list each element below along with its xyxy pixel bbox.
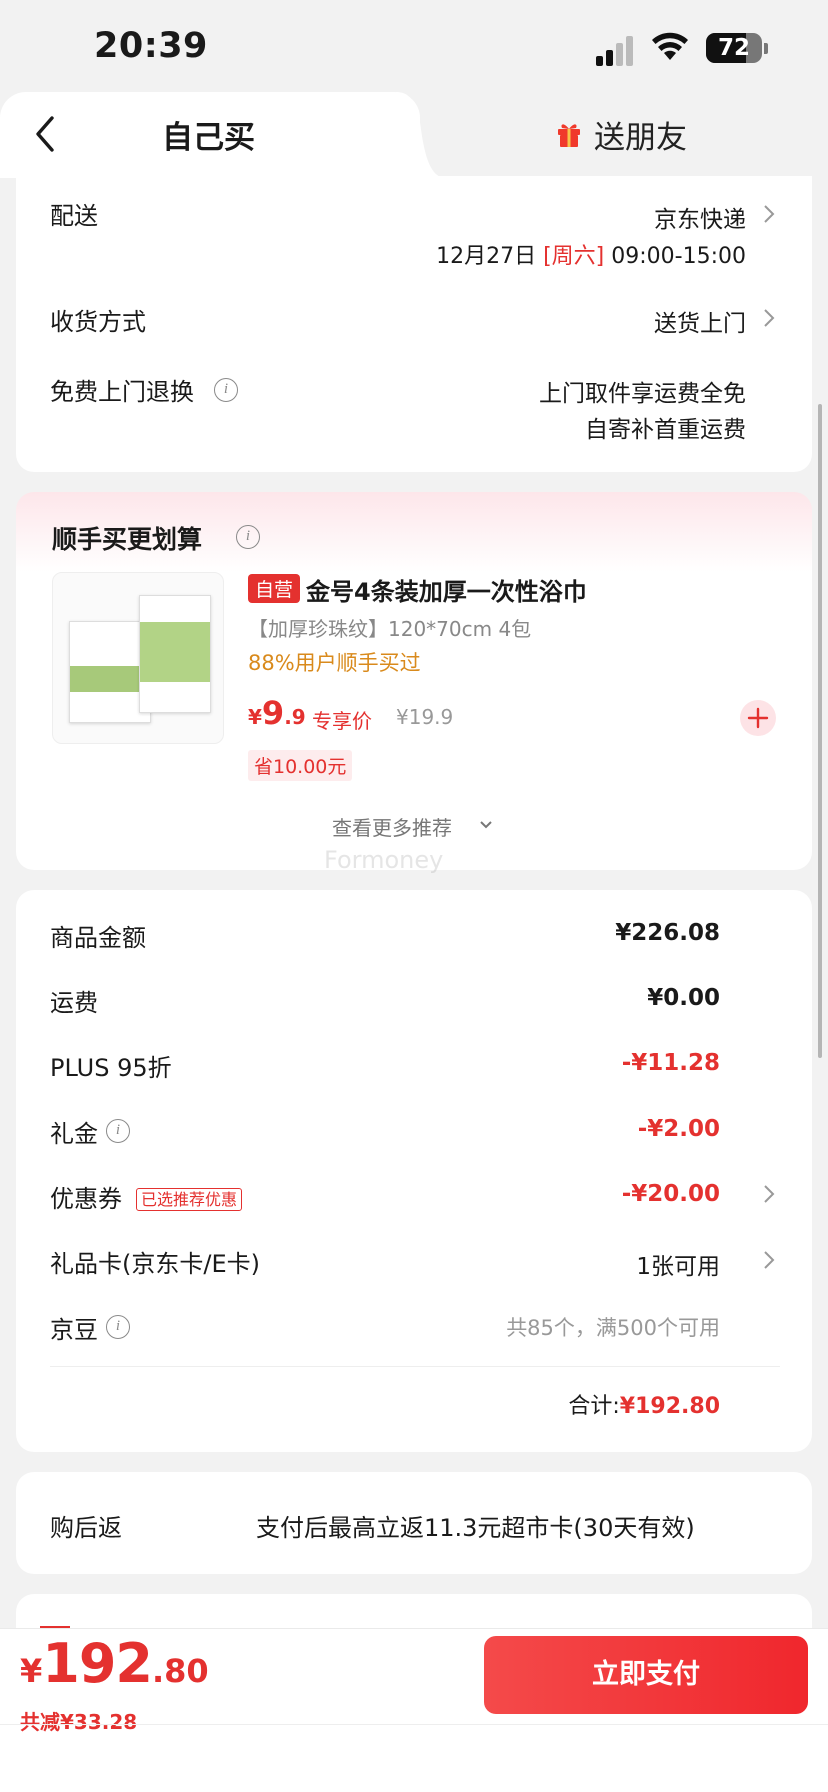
tab-curve — [396, 92, 446, 178]
bottom-divider — [0, 1628, 828, 1629]
jd-bean-label: 京豆 — [50, 1316, 98, 1344]
chevron-right-icon[interactable] — [762, 203, 776, 225]
more-recommend-link[interactable]: 查看更多推荐 — [332, 812, 452, 841]
goods-value: ¥226.08 — [615, 920, 720, 946]
footer-price-int: 192 — [42, 1632, 153, 1695]
chevron-right-icon[interactable] — [762, 307, 776, 329]
product-image[interactable] — [52, 572, 224, 744]
delivery-hours: 09:00-15:00 — [611, 244, 746, 269]
scrollbar[interactable] — [818, 404, 822, 1058]
status-bar: 20:39 72 — [0, 0, 828, 92]
signal-icon — [596, 34, 640, 66]
chevron-right-icon[interactable] — [762, 1183, 776, 1205]
footer-price-symbol: ¥ — [20, 1652, 43, 1690]
courier-value[interactable]: 京东快递 — [654, 200, 746, 234]
battery-level: 72 — [717, 35, 750, 61]
summary-card: 商品金额 ¥226.08 运费 ¥0.00 PLUS 95折 -¥11.28 礼… — [16, 890, 812, 1452]
footer-price-dec: .80 — [152, 1652, 209, 1690]
watermark: Formoney — [324, 846, 444, 874]
gift-card-value[interactable]: 1张可用 — [636, 1247, 720, 1281]
coupon-label: 优惠券 — [50, 1185, 122, 1213]
rebate-label: 购后返 — [50, 1514, 122, 1542]
chevron-right-icon[interactable] — [762, 1249, 776, 1271]
back-icon[interactable] — [32, 112, 62, 156]
delivery-label: 配送 — [50, 202, 98, 230]
rebate-value: 支付后最高立返11.3元超市卡(30天有效) — [256, 1514, 695, 1542]
save-badge: 省10.00元 — [248, 750, 353, 781]
tab-self[interactable]: 自己买 — [162, 112, 255, 157]
free-return-line1: 上门取件享运费全免 — [539, 381, 746, 407]
info-icon[interactable]: i — [106, 1315, 130, 1339]
delivery-weekday: [周六] — [543, 244, 605, 269]
tab-friend[interactable]: 送朋友 — [594, 112, 687, 157]
buyers-text: 88%用户顺手买过 — [248, 651, 421, 675]
gift-money-label: 礼金 — [50, 1120, 98, 1148]
wifi-icon — [652, 32, 688, 60]
plus-value: -¥11.28 — [621, 1050, 720, 1076]
product-spec: 【加厚珍珠纹】120*70cm 4包 — [248, 617, 532, 641]
product-price: ¥9.9 — [248, 694, 306, 732]
battery-icon: 72 — [706, 33, 762, 63]
total-label: 合计: — [568, 1394, 620, 1419]
delivery-card: 配送 京东快递 12月27日 [周六] 09:00-15:00 收货方式 送货上… — [16, 176, 812, 472]
price-tag: 专享价 — [312, 709, 372, 733]
total-value: ¥192.80 — [619, 1394, 720, 1419]
home-divider — [0, 1724, 828, 1725]
info-icon[interactable]: i — [214, 378, 238, 402]
rebate-card: 购后返 支付后最高立返11.3元超市卡(30天有效) — [16, 1472, 812, 1574]
footer-saved: 共减¥33.28 — [20, 1710, 138, 1734]
pay-now-button[interactable]: 立即支付 — [484, 1636, 808, 1714]
coupon-value[interactable]: -¥20.00 — [622, 1181, 720, 1207]
addon-card: 顺手买更划算 i 自营 金号4条装加厚一次性浴巾 【加厚珍珠纹】120*70cm… — [16, 492, 812, 874]
receive-value[interactable]: 送货上门 — [654, 304, 746, 338]
coupon-badge: 已选推荐优惠 — [136, 1188, 243, 1211]
gift-icon — [558, 124, 580, 147]
delivery-time[interactable]: 12月27日 [周六] 09:00-15:00 — [436, 238, 746, 270]
receive-label: 收货方式 — [50, 308, 146, 336]
info-icon[interactable]: i — [236, 525, 260, 549]
self-operated-badge: 自营 — [248, 574, 301, 603]
info-icon[interactable]: i — [106, 1119, 130, 1143]
goods-label: 商品金额 — [50, 924, 146, 952]
shipping-label: 运费 — [50, 989, 98, 1017]
price-dec: .9 — [284, 705, 306, 729]
battery-tip — [764, 43, 768, 54]
chevron-down-icon[interactable] — [478, 818, 494, 832]
original-price: ¥19.9 — [396, 705, 454, 729]
plus-label: PLUS 95折 — [50, 1054, 172, 1082]
addon-title: 顺手买更划算 — [52, 525, 203, 554]
shipping-value: ¥0.00 — [647, 985, 720, 1011]
total-row: 合计:¥192.80 — [568, 1388, 720, 1420]
jd-bean-value: 共85个，满500个可用 — [506, 1316, 720, 1340]
add-to-cart-button[interactable] — [740, 700, 776, 736]
status-time: 20:39 — [94, 26, 208, 66]
delivery-date: 12月27日 — [436, 244, 537, 269]
free-return-line2: 自寄补首重运费 — [585, 417, 746, 443]
divider — [50, 1366, 780, 1367]
price-int: 9 — [261, 694, 285, 732]
gift-money-value: -¥2.00 — [637, 1116, 720, 1142]
product-name[interactable]: 金号4条装加厚一次性浴巾 — [306, 572, 587, 607]
free-return-label: 免费上门退换 — [50, 378, 194, 406]
gift-card-label: 礼品卡(京东卡/E卡) — [50, 1250, 260, 1278]
plus-icon — [747, 707, 769, 729]
footer-price: ¥192.80 — [20, 1632, 209, 1695]
price-symbol: ¥ — [248, 705, 262, 729]
